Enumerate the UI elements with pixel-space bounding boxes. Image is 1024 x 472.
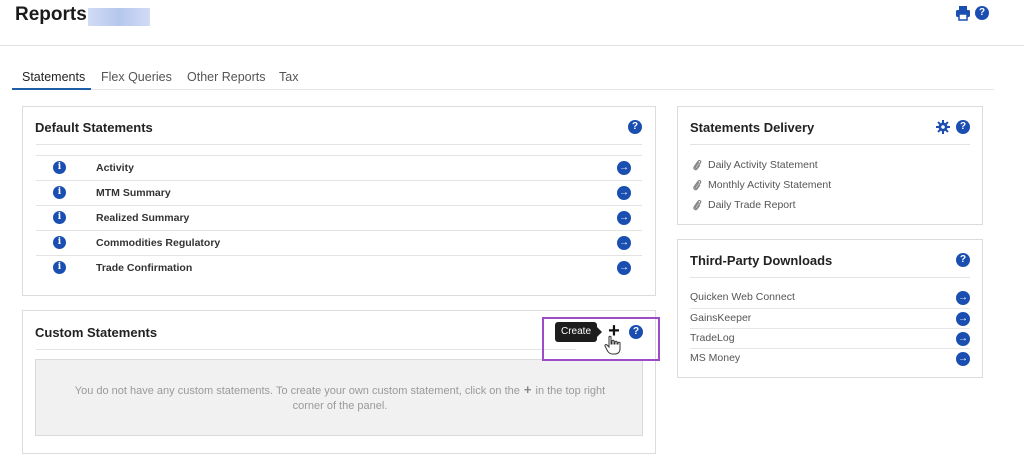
arrow-right-icon[interactable]: →	[956, 312, 970, 326]
tab-tax[interactable]: Tax	[279, 70, 298, 84]
delivery-item-label: Daily Activity Statement	[708, 159, 818, 171]
empty-state-line-1: You do not have any custom statements. T…	[36, 382, 644, 397]
divider	[690, 144, 970, 145]
download-row-tradelog[interactable]: TradeLog →	[690, 328, 970, 348]
statement-row-realized-summary[interactable]: i Realized Summary →	[36, 205, 642, 229]
statement-label: Trade Confirmation	[96, 262, 193, 274]
statement-row-commodities-regulatory[interactable]: i Commodities Regulatory →	[36, 230, 642, 254]
hand-cursor-icon	[604, 335, 621, 355]
default-statements-panel: Default Statements ? i Activity → i MTM …	[22, 106, 656, 296]
statements-delivery-help-icon[interactable]: ?	[956, 120, 970, 134]
third-party-downloads-title: Third-Party Downloads	[690, 253, 833, 268]
tab-other-reports[interactable]: Other Reports	[187, 70, 266, 84]
default-statements-title: Default Statements	[35, 120, 153, 135]
redacted-account-id	[88, 8, 150, 26]
paperclip-icon	[693, 179, 702, 191]
statement-row-mtm-summary[interactable]: i MTM Summary →	[36, 180, 642, 204]
tooltip-tail	[597, 327, 602, 337]
help-icon[interactable]: ?	[975, 6, 989, 20]
info-icon[interactable]: i	[53, 161, 66, 174]
info-icon[interactable]: i	[53, 211, 66, 224]
print-icon[interactable]	[955, 5, 971, 21]
third-party-downloads-help-icon[interactable]: ?	[956, 253, 970, 267]
arrow-right-icon[interactable]: →	[956, 352, 970, 366]
arrow-right-icon[interactable]: →	[617, 211, 631, 225]
report-tabs: Statements Flex Queries Other Reports Ta…	[12, 66, 994, 90]
empty-state-text-before: You do not have any custom statements. T…	[74, 385, 520, 397]
arrow-right-icon[interactable]: →	[956, 291, 970, 305]
info-icon[interactable]: i	[53, 236, 66, 249]
download-row-gainskeeper[interactable]: GainsKeeper →	[690, 308, 970, 328]
statement-label: Realized Summary	[96, 212, 190, 224]
arrow-right-icon[interactable]: →	[617, 236, 631, 250]
download-label: Quicken Web Connect	[690, 291, 795, 303]
gear-icon[interactable]	[936, 120, 950, 134]
custom-statements-title: Custom Statements	[35, 325, 158, 340]
arrow-right-icon[interactable]: →	[956, 332, 970, 346]
arrow-right-icon[interactable]: →	[617, 261, 631, 275]
empty-state-line-2: corner of the panel.	[292, 400, 388, 412]
arrow-right-icon[interactable]: →	[617, 186, 631, 200]
info-icon[interactable]: i	[53, 186, 66, 199]
delivery-item-label: Daily Trade Report	[708, 199, 796, 211]
tab-statements[interactable]: Statements	[22, 70, 85, 84]
statement-label: MTM Summary	[96, 187, 171, 199]
paperclip-icon	[693, 199, 702, 211]
third-party-downloads-panel: Third-Party Downloads ? Quicken Web Conn…	[677, 239, 983, 378]
page-header: Reports ?	[0, 0, 1024, 46]
page-title: Reports	[15, 4, 87, 25]
divider	[690, 277, 970, 278]
download-label: GainsKeeper	[690, 312, 752, 324]
statement-label: Activity	[96, 162, 134, 174]
statements-delivery-title: Statements Delivery	[690, 120, 815, 135]
delivery-item-label: Monthly Activity Statement	[708, 179, 832, 191]
download-label: MS Money	[690, 352, 741, 364]
default-statements-help-icon[interactable]: ?	[628, 120, 642, 134]
active-tab-indicator	[12, 88, 91, 90]
download-row-quicken[interactable]: Quicken Web Connect →	[690, 288, 970, 308]
empty-state-text-after: in the top right	[535, 385, 606, 397]
statements-delivery-panel: Statements Delivery ? Daily Activity Sta…	[677, 106, 983, 225]
info-icon[interactable]: i	[53, 261, 66, 274]
download-label: TradeLog	[690, 332, 735, 344]
paperclip-icon	[693, 159, 702, 171]
statement-row-trade-confirmation[interactable]: i Trade Confirmation →	[36, 255, 642, 279]
statement-row-activity[interactable]: i Activity →	[36, 155, 642, 179]
empty-state-box: You do not have any custom statements. T…	[35, 359, 643, 436]
plus-icon: +	[523, 382, 532, 397]
tab-flex-queries[interactable]: Flex Queries	[101, 70, 172, 84]
divider	[36, 349, 576, 350]
statement-label: Commodities Regulatory	[96, 237, 221, 249]
divider	[36, 144, 642, 145]
create-tooltip: Create	[555, 322, 597, 342]
download-row-ms-money[interactable]: MS Money →	[690, 348, 970, 368]
arrow-right-icon[interactable]: →	[617, 161, 631, 175]
